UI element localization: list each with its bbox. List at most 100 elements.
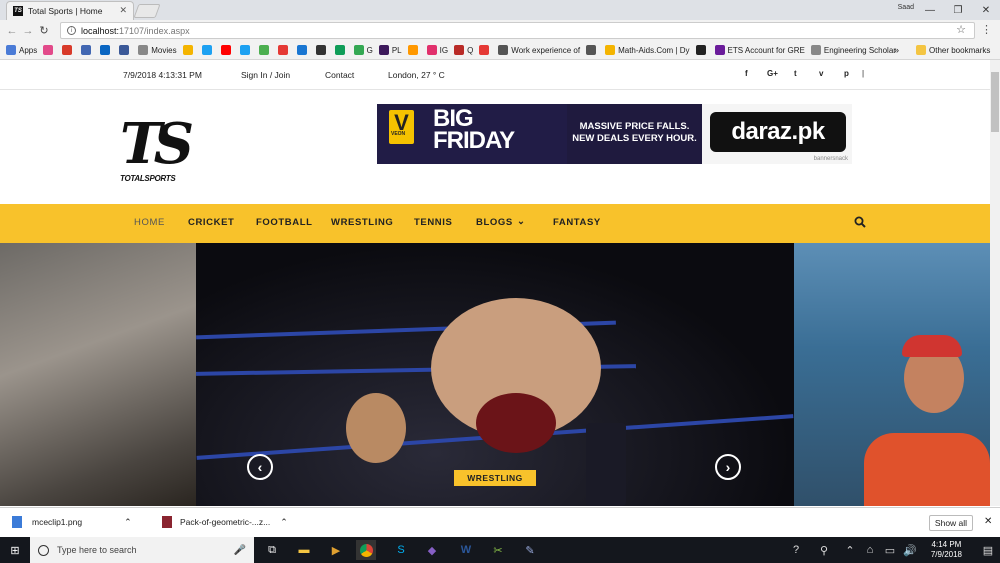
info-icon[interactable]: i [67,26,76,35]
bookmark-item[interactable] [119,45,132,55]
paint-icon[interactable]: ✎ [520,540,540,560]
bookmark-item[interactable] [479,45,492,55]
help-icon[interactable]: ? [786,540,806,560]
vimeo-icon[interactable]: v [819,69,823,78]
chevron-up-icon[interactable]: ⌃ [840,540,860,560]
bookmark-item[interactable] [100,45,113,55]
slide-main-image[interactable]: ‹ › WRESTLING [195,243,794,506]
contact-link[interactable]: Contact [325,70,354,80]
bookmark-item[interactable]: Math-Aids.Com | Dy [605,45,690,55]
microphone-icon[interactable]: 🎤 [234,545,246,556]
chevron-up-icon[interactable]: ⌃ [124,517,132,528]
googleplus-icon[interactable]: G+ [767,69,778,78]
signin-link[interactable]: Sign In / Join [241,70,290,80]
slider-next-button[interactable]: › [715,454,741,480]
nav-home[interactable]: HOME [134,217,165,228]
bookmark-item[interactable] [182,45,196,55]
bookmark-item[interactable]: G [353,45,373,55]
task-view-icon[interactable]: ⧉ [262,540,282,560]
facebook-icon[interactable]: f [745,69,748,78]
network-icon[interactable]: ⌂ [860,540,880,560]
ad-banner[interactable]: V VEON BIG FRIDAY MASSIVE PRICE FALLS. NE… [377,104,852,164]
nav-blogs[interactable]: BLOGS [476,217,513,228]
new-tab-button[interactable] [133,4,161,18]
pinterest-icon[interactable]: p [844,69,849,78]
bookmark-item[interactable] [62,45,75,55]
skype-icon[interactable]: S [391,540,411,560]
system-clock[interactable]: 4:14 PM 7/9/2018 [931,540,962,560]
twitter-icon[interactable]: t [794,69,797,78]
close-window-icon[interactable]: ✕ [972,0,1000,20]
bookmark-item[interactable]: IG [426,45,448,55]
bookmark-item[interactable] [277,45,291,55]
bookmark-item[interactable]: Engineering Scholar [810,45,896,55]
bookmark-favicon-icon [407,45,418,55]
back-icon[interactable]: ← [4,25,20,37]
bookmark-item[interactable] [334,45,348,55]
slide-prev-image[interactable] [0,243,196,506]
bookmark-item[interactable] [201,45,215,55]
bookmark-item[interactable] [43,45,56,55]
word-icon[interactable]: W [456,540,476,560]
media-player-icon[interactable]: ▶ [326,540,346,560]
nav-tennis[interactable]: TENNIS [414,217,452,228]
taskbar-search-input[interactable]: Type here to search 🎤 [30,537,254,563]
people-icon[interactable]: ⚲ [814,540,834,560]
chevron-down-icon[interactable]: ⌄ [517,216,526,227]
bookmark-item[interactable]: Movies [138,45,177,55]
bookmark-item[interactable]: PL [378,45,402,55]
browser-menu-icon[interactable]: ⋮ [981,23,992,36]
bookmark-item[interactable]: Work experience of [498,45,580,55]
forward-icon[interactable]: → [20,25,36,37]
download-item[interactable]: mceclip1.png ⌃ [12,516,132,528]
maximize-icon[interactable]: ❐ [944,0,972,20]
bookmark-star-icon[interactable]: ☆ [956,23,966,36]
nav-wrestling[interactable]: WRESTLING [331,217,393,228]
windows-taskbar: ⊞ Type here to search 🎤 ⧉ ▬ ▶ S ◆ W ✂ ✎ … [0,537,1000,563]
browser-tab[interactable]: TS Total Sports | Home ✕ [6,1,134,20]
scrollbar-thumb[interactable] [991,72,999,132]
notifications-icon[interactable]: ▤ [978,540,998,560]
slide-category-badge[interactable]: WRESTLING [454,470,536,486]
close-downloads-icon[interactable]: ✕ [984,516,992,527]
nav-football[interactable]: FOOTBALL [256,217,313,228]
bookmark-item[interactable] [258,45,272,55]
profile-name[interactable]: Saad [898,4,914,11]
show-all-button[interactable]: Show all [929,515,973,531]
nav-cricket[interactable]: CRICKET [188,217,234,228]
download-item[interactable]: Pack-of-geometric-...z... ⌃ [162,516,288,528]
slider-prev-button[interactable]: ‹ [247,454,273,480]
close-tab-icon[interactable]: ✕ [119,5,127,16]
chrome-icon[interactable] [356,540,376,560]
tools-icon[interactable]: ✂ [488,540,508,560]
bookmark-item[interactable] [315,45,329,55]
bookmark-item[interactable] [81,45,94,55]
visual-studio-icon[interactable]: ◆ [422,540,442,560]
chevron-up-icon[interactable]: ⌃ [280,517,288,528]
bookmark-label: Apps [19,45,38,55]
bookmark-item[interactable]: Q [454,45,473,55]
volume-icon[interactable]: 🔊 [900,540,920,560]
bookmark-item[interactable]: Apps [6,45,37,55]
bookmark-item[interactable] [407,45,421,55]
nav-fantasy[interactable]: FANTASY [553,217,601,228]
bookmark-item[interactable] [220,45,234,55]
minimize-icon[interactable]: — [916,0,944,20]
other-bookmarks[interactable]: Other bookmarks [916,45,990,55]
bookmark-favicon-icon [498,45,509,55]
bookmark-label: Q [467,45,474,55]
slide-next-image[interactable] [794,243,990,506]
windows-start-icon[interactable]: ⊞ [5,540,25,560]
bookmark-item[interactable] [296,45,310,55]
battery-icon[interactable]: ▭ [880,540,900,560]
more-bookmarks-icon[interactable]: » [894,45,899,55]
search-icon[interactable] [854,216,866,228]
file-explorer-icon[interactable]: ▬ [294,540,314,560]
reload-icon[interactable]: ↻ [36,24,52,37]
site-logo[interactable]: TS TOTALSPORTS [120,114,194,188]
bookmark-item[interactable]: ETS Account for GRE [714,45,805,55]
bookmark-item[interactable] [239,45,253,55]
bookmark-item[interactable] [695,45,709,55]
address-bar[interactable]: i localhost: 17107/index.aspx ☆ [60,22,975,39]
bookmark-item[interactable] [586,45,599,55]
